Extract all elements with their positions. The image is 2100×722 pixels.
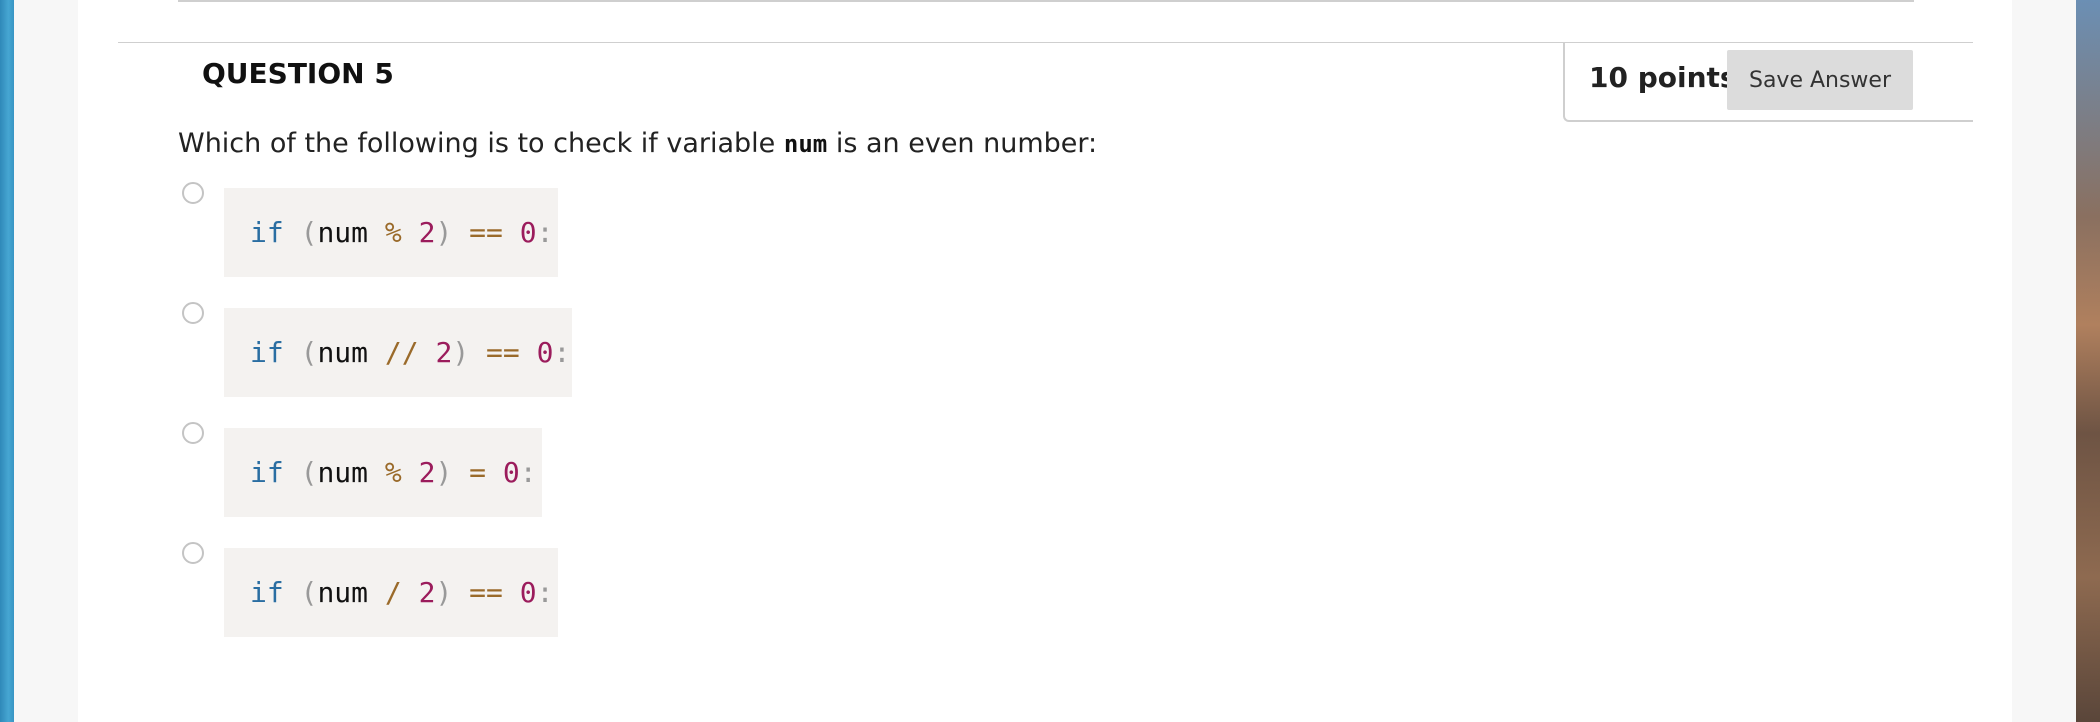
answer-code-4: if (num / 2) == 0: — [224, 548, 558, 637]
question-title: QUESTION 5 — [202, 57, 394, 90]
previous-question-divider — [178, 0, 1914, 2]
browser-viewport: 10 points Save Answer QUESTION 5 Which o… — [14, 0, 2076, 722]
test-page: 10 points Save Answer QUESTION 5 Which o… — [78, 0, 2012, 722]
question-divider — [118, 42, 1603, 43]
question-text-before: Which of the following is to check if va… — [178, 128, 784, 159]
answer-code-2: if (num // 2) == 0: — [224, 308, 572, 397]
answer-code-1: if (num % 2) == 0: — [224, 188, 558, 277]
answer-radio-1[interactable] — [182, 182, 204, 204]
question-text-code: num — [783, 130, 828, 158]
answer-code-3: if (num % 2) = 0: — [224, 428, 542, 517]
answer-radio-2[interactable] — [182, 302, 204, 324]
question-text-after: is an even number: — [827, 128, 1098, 159]
desktop-background-right — [2076, 0, 2100, 722]
question-points-panel: 10 points Save Answer — [1563, 42, 1973, 122]
answer-radio-4[interactable] — [182, 542, 204, 564]
save-answer-button[interactable]: Save Answer — [1727, 50, 1913, 110]
question-text: Which of the following is to check if va… — [178, 128, 1097, 159]
answer-radio-3[interactable] — [182, 422, 204, 444]
points-label: 10 points — [1589, 61, 1737, 94]
desktop-background-left — [0, 0, 14, 722]
